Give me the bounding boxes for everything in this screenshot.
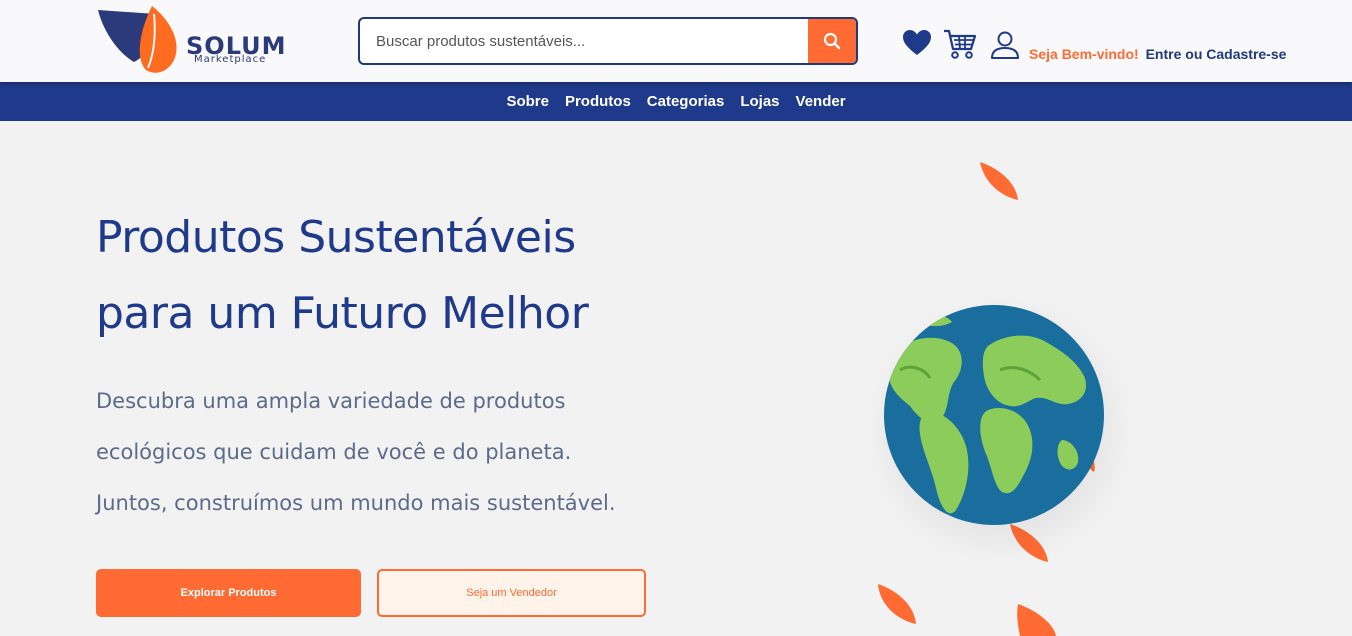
user-icon xyxy=(991,31,1019,59)
favorites-button[interactable] xyxy=(902,29,932,62)
hero-desc-line-2: ecológicos que cuidam de você e do plane… xyxy=(96,440,572,464)
site-header: SOLUM Marketplace Buscar produtos susten… xyxy=(0,0,1352,82)
search-icon xyxy=(823,32,841,50)
search-bar xyxy=(358,17,858,65)
hero-title: Produtos Sustentáveis para um Futuro Mel… xyxy=(96,200,716,352)
brand-tagline: Marketplace xyxy=(194,54,267,65)
leaf-logo-icon xyxy=(98,6,177,73)
logo[interactable]: SOLUM Marketplace xyxy=(96,4,296,76)
hero-description: Descubra uma ampla variedade de produtos… xyxy=(96,376,716,529)
hero-desc-line-3: Juntos, construímos um mundo mais susten… xyxy=(96,491,616,515)
search-input[interactable] xyxy=(360,19,810,63)
explore-products-button[interactable]: Explorar Produtos xyxy=(96,569,361,617)
heart-icon xyxy=(903,30,931,55)
hero-desc-line-1: Descubra uma ampla variedade de produtos xyxy=(96,389,566,413)
leaf-icon xyxy=(1017,604,1056,636)
welcome-message: Seja Bem-vindo! Entre ou Cadastre-se xyxy=(1029,46,1286,62)
nav-item-produtos[interactable]: Produtos xyxy=(565,93,631,110)
nav-item-vender[interactable]: Vender xyxy=(796,93,846,110)
hero-title-line-2: para um Futuro Melhor xyxy=(96,288,589,339)
nav-item-lojas[interactable]: Lojas xyxy=(740,93,779,110)
globe-illustration xyxy=(870,162,1130,636)
search-button[interactable] xyxy=(808,19,856,63)
cart-icon xyxy=(944,29,977,59)
leaf-icon xyxy=(878,584,916,624)
nav-item-sobre[interactable]: Sobre xyxy=(506,93,549,110)
nav-item-categorias[interactable]: Categorias xyxy=(647,93,725,110)
login-link[interactable]: Entre ou Cadastre-se xyxy=(1146,46,1287,62)
leaf-icon xyxy=(980,162,1018,200)
hero-title-line-1: Produtos Sustentáveis xyxy=(96,212,576,263)
account-button[interactable] xyxy=(990,30,1020,65)
welcome-text: Seja Bem-vindo! xyxy=(1029,46,1139,62)
main-nav: Sobre Produtos Categorias Lojas Vender xyxy=(0,82,1352,121)
become-seller-button[interactable]: Seja um Vendedor xyxy=(377,569,646,617)
cart-button[interactable] xyxy=(943,28,977,65)
